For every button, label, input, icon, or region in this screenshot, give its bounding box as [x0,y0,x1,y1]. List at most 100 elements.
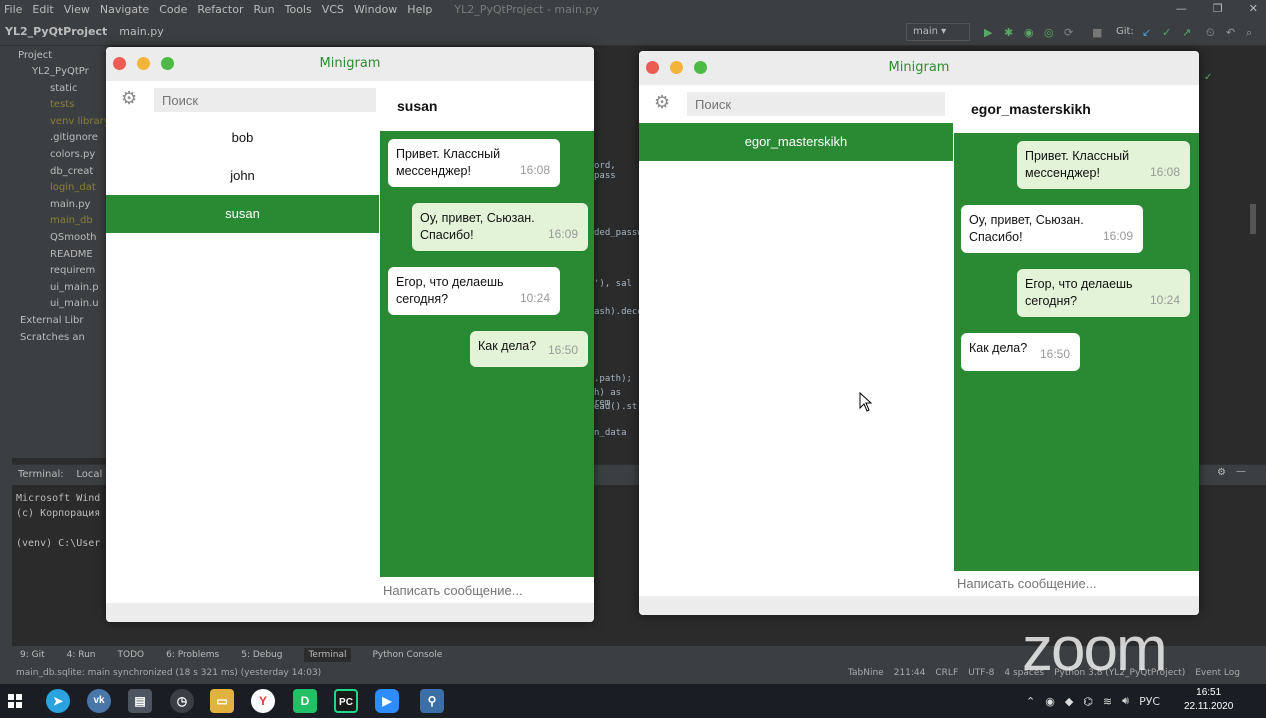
branch-selector[interactable]: main ▾ [906,23,970,41]
chevron-up-icon[interactable]: ⌃ [1026,695,1035,708]
breadcrumb-file[interactable]: main.py [119,25,163,38]
pycharm-icon[interactable]: PC [334,689,358,713]
editor-scrollbar[interactable] [1250,204,1256,234]
maximize-icon[interactable]: ❐ [1213,2,1223,15]
menu-file[interactable]: File [4,3,22,16]
run-icon[interactable]: ▶ [984,26,992,39]
menu-run[interactable]: Run [254,3,275,16]
git-rollback-icon[interactable]: ↶ [1226,26,1235,39]
telegram-icon[interactable]: ➤ [46,689,70,713]
menu-navigate[interactable]: Navigate [100,3,149,16]
tree-item[interactable]: README [12,249,108,266]
project-panel-title[interactable]: Project [12,46,108,66]
zoom-icon[interactable]: ▶ [375,689,399,713]
vk-icon[interactable]: vk [87,689,111,713]
tree-item[interactable]: requirem [12,265,108,282]
gear-icon[interactable]: ⚙ [1217,467,1226,478]
status-tabnine[interactable]: TabNine [848,668,884,678]
maximize-window-button[interactable] [161,57,174,70]
menu-refactor[interactable]: Refactor [197,3,243,16]
search-input[interactable] [154,88,376,112]
maximize-window-button[interactable] [694,61,707,74]
datagrip-icon[interactable]: D [293,689,317,713]
tree-item[interactable]: ui_main.p [12,282,108,299]
network-icon[interactable]: ⌬ [1083,695,1093,708]
search-input[interactable] [687,92,945,116]
code-editor[interactable]: ord, pass ded_passw '), sal ash).deco .p… [594,46,643,458]
profile-icon[interactable]: ◎ [1044,26,1054,39]
language-indicator[interactable]: РУС [1139,695,1160,708]
python-icon[interactable]: ⚲ [420,689,444,713]
menu-vcs[interactable]: VCS [322,3,344,16]
tree-item[interactable]: QSmooth [12,232,108,249]
volume-icon[interactable]: 🔊︎ [1122,694,1129,708]
gear-icon[interactable]: ⚙ [654,94,672,112]
contact-bob[interactable]: bob [106,119,379,157]
tree-item[interactable]: ui_main.u [12,298,108,315]
search-everywhere-icon[interactable]: ⌕ [1246,26,1252,40]
tab-terminal[interactable]: Terminal [304,648,351,662]
minimize-icon[interactable]: — [1176,2,1187,15]
status-event-log[interactable]: Event Log [1195,668,1240,678]
tree-item[interactable]: YL2_PyQtPr [12,66,108,83]
windows-start-icon[interactable] [8,694,22,708]
record-icon[interactable]: ◉ [1045,695,1055,708]
tab-git[interactable]: 9: Git [20,650,45,660]
menu-window[interactable]: Window [354,3,397,16]
chat-messages[interactable]: Привет. Классный мессенджер! 16:08 Оу, п… [380,131,594,577]
contact-john[interactable]: john [106,157,379,195]
status-encoding[interactable]: UTF-8 [968,668,994,678]
status-position[interactable]: 211:44 [894,668,926,678]
coverage-icon[interactable]: ◉ [1024,26,1034,39]
gear-icon[interactable]: ⚙ [121,90,139,108]
close-window-button[interactable] [646,61,659,74]
tree-item[interactable]: colors.py [12,149,108,166]
menu-help[interactable]: Help [407,3,432,16]
git-commit-icon[interactable]: ✓ [1162,26,1171,39]
tab-debug[interactable]: 5: Debug [241,650,282,660]
terminal-tab-local[interactable]: Local [76,469,102,480]
clock-app-icon[interactable]: ◷ [170,689,194,713]
tree-item[interactable]: db_creat [12,166,108,183]
tree-item[interactable]: tests [12,99,108,116]
menu-code[interactable]: Code [159,3,187,16]
tree-item[interactable]: .gitignore [12,132,108,149]
tree-item[interactable]: venv library [12,116,108,133]
debug-icon[interactable]: ✱ [1004,26,1013,39]
tree-item[interactable]: main_db [12,215,108,232]
menu-tools[interactable]: Tools [285,3,312,16]
folder-icon[interactable]: ▭ [210,689,234,713]
close-icon[interactable]: ✕ [1249,2,1258,15]
contact-egor-masterskikh[interactable]: egor_masterskikh [639,123,953,161]
tree-item[interactable]: main.py [12,199,108,216]
tab-python-console[interactable]: Python Console [373,650,443,660]
git-push-icon[interactable]: ↗ [1182,26,1191,39]
taskbar-clock[interactable]: 16:51 22.11.2020 [1184,686,1233,714]
tree-item[interactable]: static [12,83,108,100]
dropbox-icon[interactable]: ◆ [1065,695,1073,708]
status-line-sep[interactable]: CRLF [935,668,958,678]
tree-item[interactable]: Scratches an [12,332,108,349]
attach-icon[interactable]: ⟳ [1064,26,1073,39]
close-window-button[interactable] [113,57,126,70]
hide-panel-icon[interactable]: — [1236,466,1246,477]
message-input[interactable] [380,577,594,603]
yandex-icon[interactable]: Y [251,689,275,713]
menu-edit[interactable]: Edit [32,3,53,16]
app-icon[interactable]: ▤ [128,689,152,713]
git-history-icon[interactable]: ⏲ [1206,26,1215,40]
tab-problems[interactable]: 6: Problems [166,650,219,660]
minimize-window-button[interactable] [670,61,683,74]
message-input[interactable] [954,571,1199,596]
chat-messages[interactable]: Привет. Классный мессенджер! 16:08 Оу, п… [954,133,1199,571]
breadcrumb-project[interactable]: YL2_PyQtProject [5,25,107,38]
tab-run[interactable]: 4: Run [67,650,96,660]
tree-item[interactable]: login_dat [12,182,108,199]
menu-view[interactable]: View [64,3,90,16]
tab-todo[interactable]: TODO [118,650,145,660]
tree-item[interactable]: External Libr [12,315,108,332]
git-update-icon[interactable]: ↙ [1142,26,1151,39]
stop-icon[interactable]: ■ [1092,26,1102,39]
contact-susan[interactable]: susan [106,195,379,233]
minimize-window-button[interactable] [137,57,150,70]
